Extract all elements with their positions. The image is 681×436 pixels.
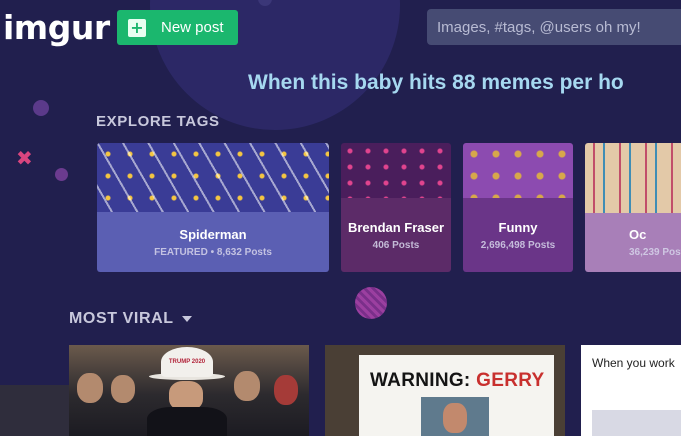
warning-prefix: WARNING:: [370, 370, 471, 391]
tag-background-pattern: [341, 143, 451, 198]
tag-background-pattern: [97, 143, 329, 212]
explore-tags-heading: EXPLORE TAGS: [96, 113, 220, 130]
tag-post-count: FEATURED • 8,632 Posts: [154, 246, 272, 258]
tag-info: Funny 2,696,498 Posts: [463, 198, 573, 272]
new-post-label: New post: [161, 19, 224, 36]
post-sign-text: WARNING: GERRY: [370, 370, 545, 392]
post-card[interactable]: TRUMP 2020: [69, 345, 309, 436]
plus-icon: +: [128, 18, 146, 37]
most-viral-label: MOST VIRAL: [69, 310, 174, 327]
post-image-detail: [592, 410, 681, 436]
tag-info: Brendan Fraser 406 Posts: [341, 198, 451, 272]
top-header: imgur + New post: [0, 0, 681, 55]
tag-background-pattern: [585, 143, 681, 213]
tag-card-spiderman[interactable]: Spiderman FEATURED • 8,632 Posts: [97, 143, 329, 272]
warning-name: GERRY: [476, 370, 545, 391]
imgur-logo[interactable]: imgur: [3, 8, 110, 47]
post-card[interactable]: When you work: [581, 345, 681, 436]
post-card[interactable]: WARNING: GERRY: [325, 345, 565, 436]
bottom-bar: [0, 385, 69, 436]
hat-text: TRUMP 2020: [168, 358, 206, 365]
post-image-detail: [234, 371, 260, 401]
search-input[interactable]: [427, 9, 681, 45]
decorative-dot: [55, 168, 68, 181]
x-mark-icon: ✖: [16, 146, 33, 170]
tag-name: Spiderman: [179, 226, 247, 242]
post-image-detail: [274, 375, 298, 405]
tag-card-oc[interactable]: Oc 36,239 Posts: [585, 143, 681, 272]
tag-background-pattern: [463, 143, 573, 198]
decorative-striped-circle: [355, 287, 387, 319]
post-image-detail: TRUMP 2020: [161, 347, 213, 377]
new-post-button[interactable]: + New post: [117, 10, 238, 45]
tag-name: Oc: [629, 227, 647, 242]
caret-down-icon: [181, 316, 192, 322]
decorative-dot: [33, 100, 49, 116]
tag-name: Brendan Fraser: [347, 219, 445, 235]
tag-card-brendan-fraser[interactable]: Brendan Fraser 406 Posts: [341, 143, 451, 272]
post-image-detail: [443, 403, 467, 433]
tag-info: Oc 36,239 Posts: [585, 213, 681, 272]
post-caption: When you work: [592, 356, 675, 370]
post-image-detail: [111, 375, 135, 403]
tag-post-count: 36,239 Posts: [629, 247, 681, 258]
tag-post-count: 2,696,498 Posts: [480, 239, 556, 251]
post-image-detail: [77, 373, 103, 403]
tag-card-funny[interactable]: Funny 2,696,498 Posts: [463, 143, 573, 272]
promo-banner-text[interactable]: When this baby hits 88 memes per ho: [248, 71, 624, 95]
tag-info: Spiderman FEATURED • 8,632 Posts: [97, 212, 329, 272]
post-image-detail: [147, 407, 227, 436]
tag-post-count: 406 Posts: [372, 239, 420, 251]
tag-name: Funny: [498, 219, 538, 235]
most-viral-dropdown[interactable]: MOST VIRAL: [69, 310, 192, 328]
